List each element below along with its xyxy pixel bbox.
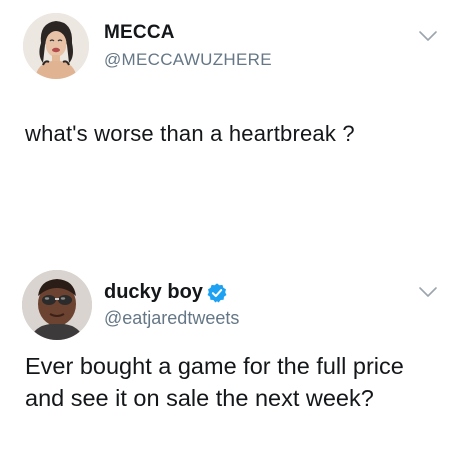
- username-handle[interactable]: @MECCAWUZHERE: [104, 50, 272, 70]
- display-name[interactable]: ducky boy: [104, 281, 203, 304]
- chevron-down-icon[interactable]: [418, 30, 438, 42]
- chevron-down-icon[interactable]: [418, 286, 438, 298]
- tweet-text: what's worse than a heartbreak ?: [25, 121, 355, 146]
- tweet-text: Ever bought a game for the full price an…: [25, 353, 404, 411]
- avatar-sketch-woman-icon: [23, 13, 89, 79]
- tweet-card: MECCA @MECCAWUZHERE what's worse than a …: [0, 0, 460, 200]
- username-handle[interactable]: @eatjaredtweets: [104, 308, 239, 329]
- display-name[interactable]: MECCA: [104, 22, 175, 44]
- avatar[interactable]: [22, 270, 92, 340]
- avatar[interactable]: [23, 13, 89, 79]
- avatar-man-sunglasses-icon: [22, 270, 92, 340]
- tweet-card: ducky boy @eatjaredtweets Ever bought a …: [0, 262, 460, 461]
- verified-badge-icon: [207, 283, 227, 303]
